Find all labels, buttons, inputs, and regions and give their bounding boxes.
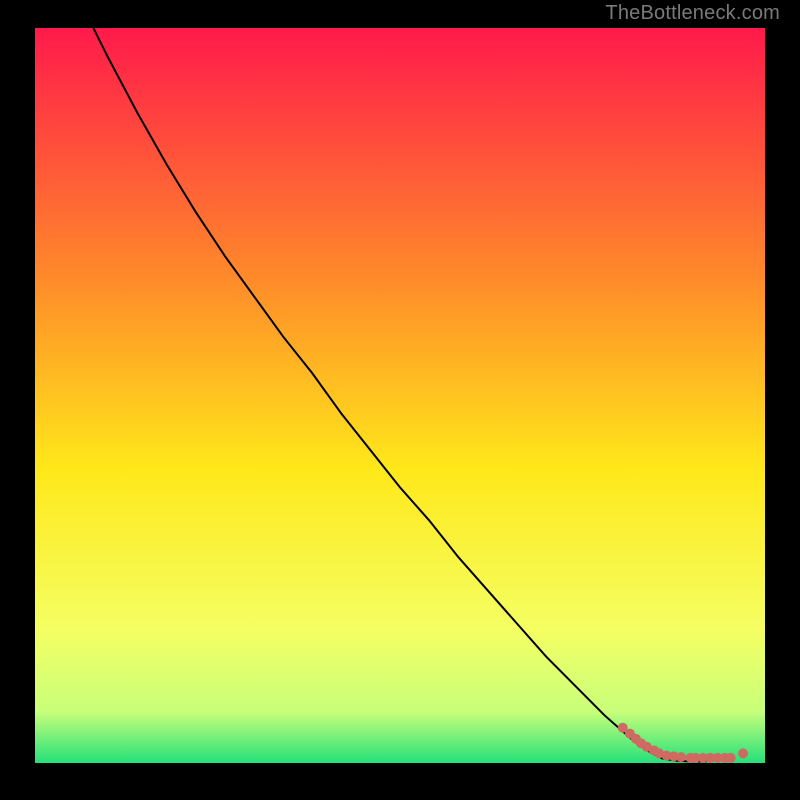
chart-svg [35, 28, 765, 763]
chart-plot-area [35, 28, 765, 763]
gradient-background [35, 28, 765, 763]
scatter-point [738, 748, 748, 758]
scatter-point [726, 753, 736, 763]
scatter-point [676, 752, 686, 762]
attribution-text: TheBottleneck.com [605, 2, 780, 25]
frame: TheBottleneck.com [0, 0, 800, 800]
